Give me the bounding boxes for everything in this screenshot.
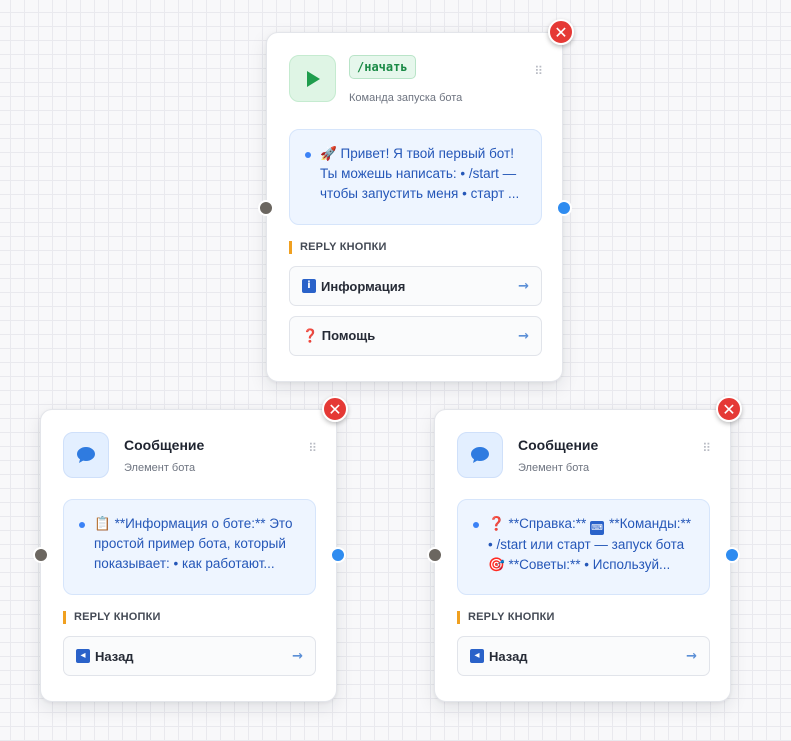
reply-button-back[interactable]: ◂ Назад → bbox=[63, 636, 316, 676]
message-line: **Информация о боте:** Это bbox=[114, 516, 293, 531]
input-port[interactable] bbox=[33, 547, 49, 563]
reply-button-label: ❓ Помощь bbox=[302, 328, 376, 343]
message-line: ❓ **Справка:** bbox=[488, 516, 587, 531]
help-message-node-card[interactable]: ✕ Сообщение Элемент бота ⠿ ❓ **Справка:*… bbox=[434, 396, 742, 702]
start-node-card[interactable]: ✕ /начать Команда запуска бота ⠿ 🚀 Приве… bbox=[266, 19, 574, 382]
output-port[interactable] bbox=[724, 547, 740, 563]
reply-button-label: Назад bbox=[489, 648, 528, 664]
output-port[interactable] bbox=[556, 200, 572, 216]
message-line: Ты можешь написать: • /start — bbox=[320, 166, 517, 181]
drag-handle-icon[interactable]: ⠿ bbox=[308, 442, 317, 454]
start-node-delete-button[interactable]: ✕ bbox=[548, 19, 574, 45]
info-message-node-card[interactable]: ✕ Сообщение Элемент бота ⠿ 📋 **Информаци… bbox=[40, 396, 348, 702]
info-node-delete-button[interactable]: ✕ bbox=[322, 396, 348, 422]
drag-handle-icon[interactable]: ⠿ bbox=[534, 65, 543, 77]
message-preview[interactable]: 🚀 Привет! Я твой первый бот! Ты можешь н… bbox=[289, 129, 542, 225]
bullet-dot bbox=[305, 152, 311, 158]
message-preview[interactable]: ❓ **Справка:** ⌨ **Команды:** • /start ил… bbox=[457, 499, 710, 595]
command-badge: /начать bbox=[349, 55, 416, 79]
arrow-right-icon: → bbox=[518, 278, 529, 294]
node-title: Сообщение bbox=[518, 437, 599, 453]
bullet-dot bbox=[473, 522, 479, 528]
node-subtitle: Элемент бота bbox=[124, 462, 196, 474]
message-line: • /start или старт — запуск бота bbox=[488, 537, 685, 552]
reply-button-info[interactable]: i Информация → bbox=[289, 266, 542, 306]
node-title: Сообщение bbox=[124, 437, 205, 453]
reply-button-label: Назад bbox=[95, 648, 134, 664]
reply-buttons-label: REPLY КНОПКИ bbox=[289, 241, 387, 254]
help-node-delete-button[interactable]: ✕ bbox=[716, 396, 742, 422]
back-icon: ◂ bbox=[470, 649, 484, 663]
message-line: чтобы запустить меня • старт ... bbox=[320, 186, 520, 201]
message-line: **Команды:** bbox=[609, 516, 692, 531]
chat-bubble-icon bbox=[63, 432, 109, 478]
message-line: показывает: • как работают... bbox=[94, 556, 275, 571]
back-icon: ◂ bbox=[76, 649, 90, 663]
arrow-right-icon: → bbox=[518, 328, 529, 344]
reply-button-label: Информация bbox=[321, 278, 406, 294]
input-port[interactable] bbox=[427, 547, 443, 563]
message-line: 🎯 **Советы:** • Используй... bbox=[488, 557, 671, 572]
reply-buttons-label: REPLY КНОПКИ bbox=[457, 611, 555, 624]
output-port[interactable] bbox=[330, 547, 346, 563]
reply-buttons-label: REPLY КНОПКИ bbox=[63, 611, 161, 624]
arrow-right-icon: → bbox=[292, 648, 303, 664]
arrow-right-icon: → bbox=[686, 648, 697, 664]
info-icon: i bbox=[302, 279, 316, 293]
chat-bubble-icon bbox=[457, 432, 503, 478]
message-line: простой пример бота, который bbox=[94, 536, 286, 551]
message-line: 🚀 Привет! Я твой первый бот! bbox=[320, 146, 514, 161]
bullet-dot bbox=[79, 522, 85, 528]
node-subtitle: Элемент бота bbox=[518, 462, 590, 474]
input-port[interactable] bbox=[258, 200, 274, 216]
play-icon bbox=[289, 55, 336, 102]
keyboard-icon: ⌨ bbox=[590, 521, 605, 535]
clipboard-icon: 📋 bbox=[94, 516, 115, 531]
reply-button-help[interactable]: ❓ Помощь → bbox=[289, 316, 542, 356]
message-preview[interactable]: 📋 **Информация о боте:** Это простой при… bbox=[63, 499, 316, 595]
reply-button-back[interactable]: ◂ Назад → bbox=[457, 636, 710, 676]
drag-handle-icon[interactable]: ⠿ bbox=[702, 442, 711, 454]
node-subtitle: Команда запуска бота bbox=[349, 92, 463, 104]
